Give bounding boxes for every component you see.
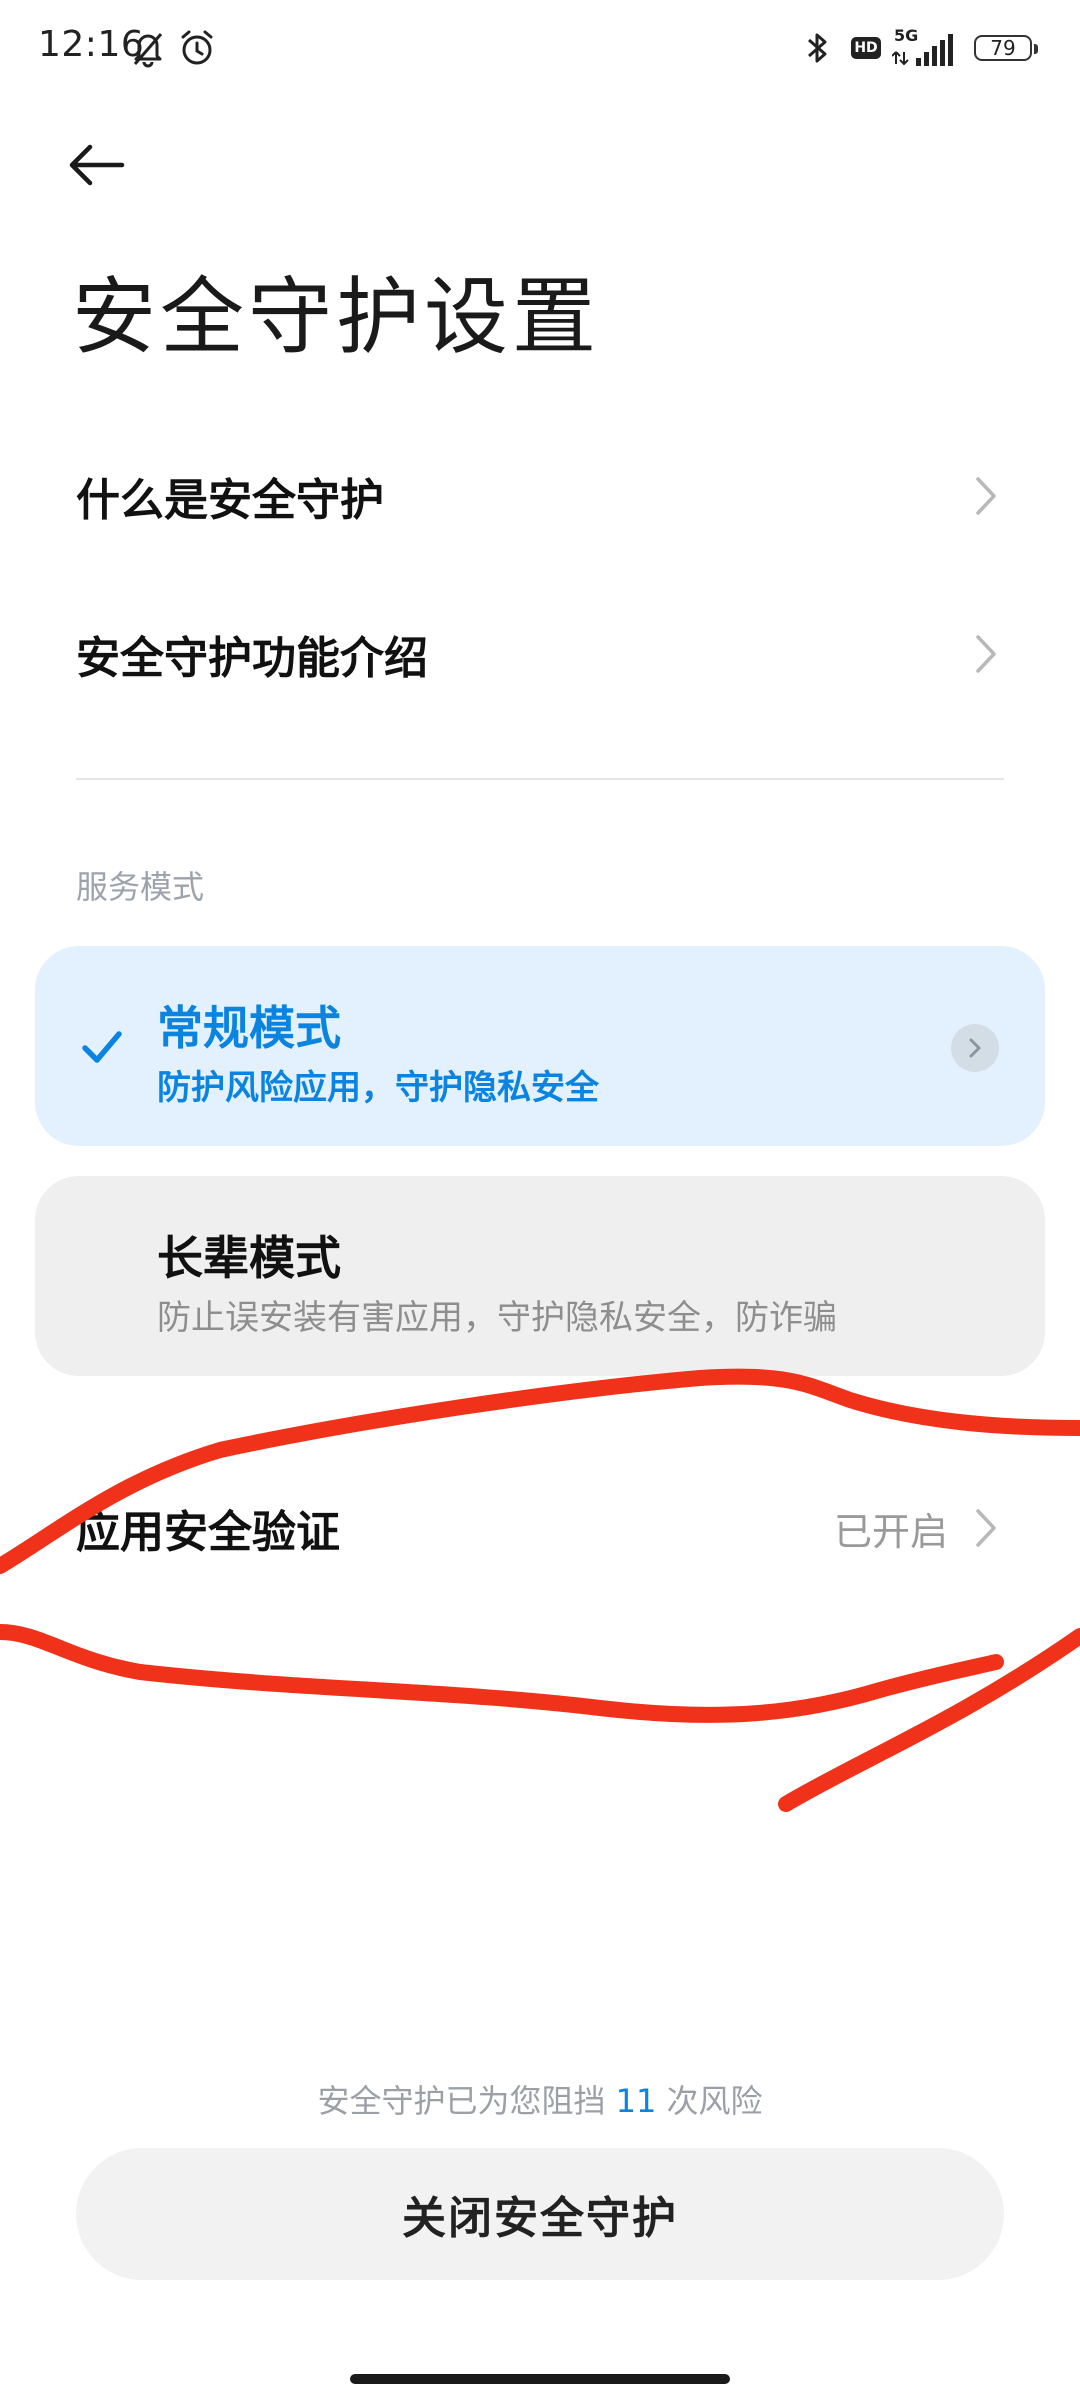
mode-title: 常规模式: [157, 1001, 341, 1055]
check-icon: [82, 1031, 122, 1063]
home-indicator[interactable]: [350, 2374, 730, 2384]
signal-icon: 5G: [892, 24, 956, 72]
hd-label: HD: [851, 37, 881, 59]
chevron-right-icon: [976, 635, 996, 673]
stats-prefix: 安全守护已为您阻挡: [317, 2082, 616, 2120]
back-arrow-icon: [69, 144, 125, 186]
section-label: 服务模式: [76, 868, 205, 906]
chevron-right-icon: [976, 1509, 996, 1547]
mode-description: 防止误安装有害应用，守护隐私安全，防诈骗: [157, 1298, 837, 1338]
app-verify-status: 已开启: [833, 1509, 948, 1554]
mode-card-elder[interactable]: 长辈模式 防止误安装有害应用，守护隐私安全，防诈骗: [35, 1176, 1045, 1376]
hd-icon: HD: [848, 24, 884, 72]
status-bar: 12:16 HD 5G 79: [0, 0, 1080, 96]
mode-description: 防护风险应用，守护隐私安全: [157, 1068, 599, 1108]
menu-item-label: 安全守护功能介绍: [76, 633, 428, 684]
menu-item-label: 应用安全验证: [76, 1507, 340, 1558]
page-title: 安全守护设置: [72, 268, 601, 366]
chevron-right-icon: [976, 477, 996, 515]
bell-muted-icon: [128, 24, 168, 72]
back-button[interactable]: [66, 130, 146, 200]
stats-count: 11: [615, 2082, 657, 2120]
divider: [76, 778, 1004, 780]
alarm-icon: [176, 24, 218, 72]
battery-level: 79: [990, 36, 1016, 60]
menu-item-app-verify[interactable]: 应用安全验证 已开启: [0, 1458, 1080, 1598]
menu-item-what-is-guard[interactable]: 什么是安全守护: [0, 426, 1080, 566]
stats-suffix: 次风险: [656, 2082, 763, 2120]
battery-icon: 79: [968, 24, 1038, 72]
close-guard-button[interactable]: 关闭安全守护: [76, 2148, 1004, 2280]
menu-item-feature-intro[interactable]: 安全守护功能介绍: [0, 584, 1080, 724]
chevron-right-icon: [969, 1038, 981, 1058]
mode-title: 长辈模式: [157, 1231, 341, 1285]
menu-item-label: 什么是安全守护: [76, 475, 384, 526]
mode-detail-button[interactable]: [951, 1024, 999, 1072]
bluetooth-icon: [800, 24, 836, 72]
mode-card-regular[interactable]: 常规模式 防护风险应用，守护隐私安全: [35, 946, 1045, 1146]
blocked-risk-stats: 安全守护已为您阻挡 11 次风险: [0, 2076, 1080, 2122]
